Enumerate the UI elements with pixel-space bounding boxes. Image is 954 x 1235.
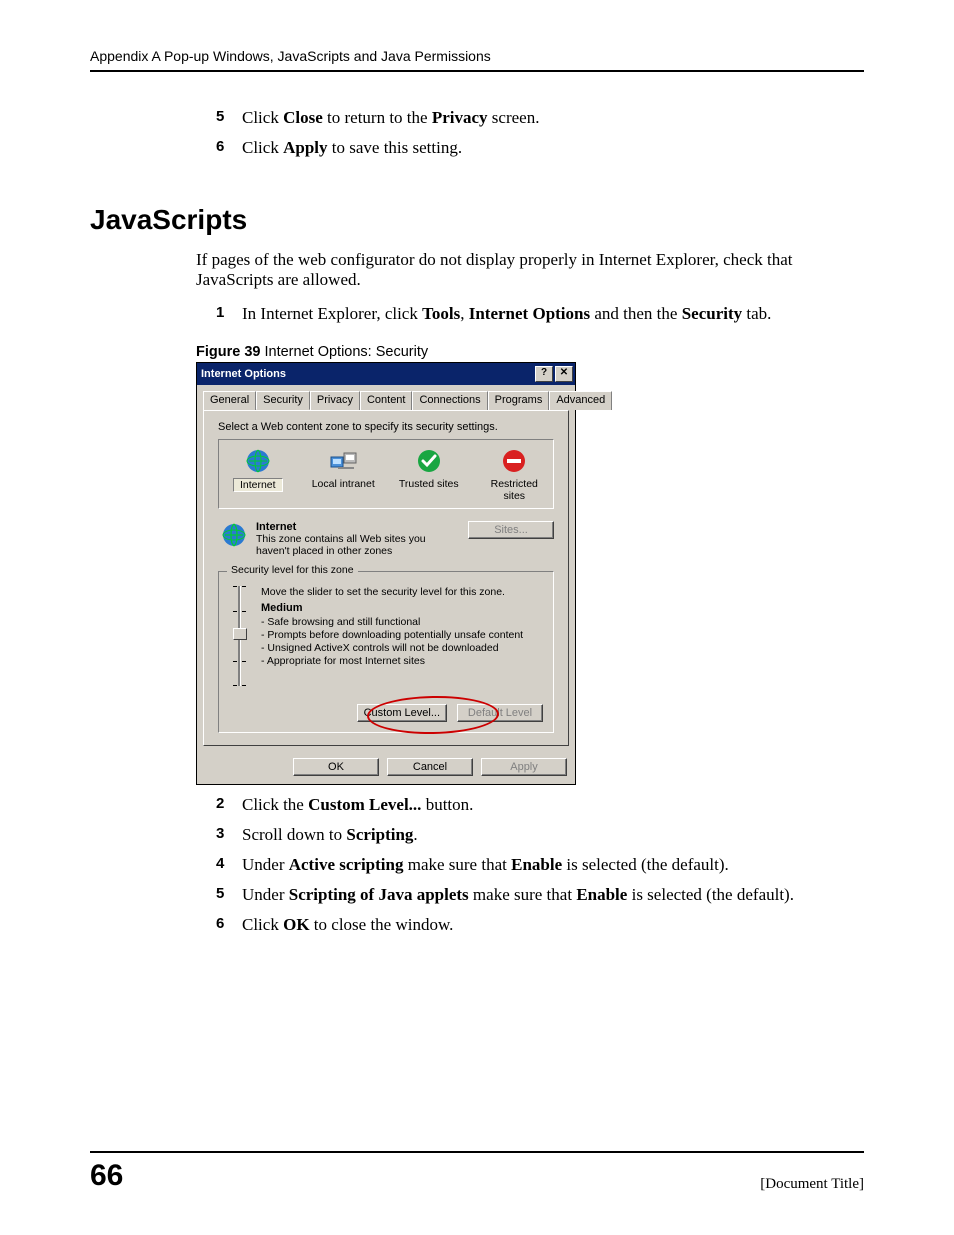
zone-local-intranet[interactable]: Local intranet bbox=[309, 446, 379, 506]
tab-strip: GeneralSecurityPrivacyContentConnections… bbox=[197, 385, 575, 410]
close-button[interactable]: ✕ bbox=[555, 366, 573, 382]
tab-privacy[interactable]: Privacy bbox=[310, 391, 360, 410]
trusted-icon bbox=[394, 446, 464, 476]
figure-caption-text: Internet Options: Security bbox=[260, 344, 428, 360]
list-item: Under Active scripting make sure that En… bbox=[220, 855, 864, 875]
page-number: 66 bbox=[90, 1159, 123, 1193]
zone-internet[interactable]: Internet bbox=[223, 446, 293, 506]
cancel-button[interactable]: Cancel bbox=[387, 758, 473, 776]
tab-connections[interactable]: Connections bbox=[412, 391, 487, 410]
help-button[interactable]: ? bbox=[535, 366, 553, 382]
security-level-groupbox: Security level for this zone Move the sl… bbox=[218, 571, 554, 733]
list-item: Click Apply to save this setting. bbox=[220, 138, 864, 158]
tab-programs[interactable]: Programs bbox=[488, 391, 550, 410]
list-item: Scroll down to Scripting. bbox=[220, 825, 864, 845]
document-title-placeholder: [Document Title] bbox=[760, 1176, 864, 1193]
internet-options-dialog: Internet Options ? ✕ GeneralSecurityPriv… bbox=[196, 362, 576, 785]
dialog-title: Internet Options bbox=[201, 368, 286, 380]
ok-button[interactable]: OK bbox=[293, 758, 379, 776]
zone-name: Internet bbox=[256, 521, 460, 533]
intro-paragraph: If pages of the web configurator do not … bbox=[90, 250, 864, 290]
default-level-button[interactable]: Default Level bbox=[457, 704, 543, 722]
zone-trusted-sites[interactable]: Trusted sites bbox=[394, 446, 464, 506]
globe-icon bbox=[220, 521, 248, 552]
figure-label: Figure 39 bbox=[196, 344, 260, 360]
zone-info: This zone contains all Web sites you hav… bbox=[256, 533, 460, 557]
zone-description: Internet This zone contains all Web site… bbox=[218, 519, 554, 567]
step1-list: In Internet Explorer, click Tools, Inter… bbox=[90, 304, 864, 324]
tab-content[interactable]: Content bbox=[360, 391, 413, 410]
figure-caption: Figure 39 Internet Options: Security bbox=[196, 344, 864, 360]
running-header: Appendix A Pop-up Windows, JavaScripts a… bbox=[90, 48, 864, 72]
zone-strip[interactable]: Internet Local intranet Trusted sites Restr… bbox=[218, 439, 554, 509]
section-heading: JavaScripts bbox=[90, 204, 864, 236]
security-level-slider[interactable] bbox=[229, 586, 249, 686]
security-level-name: Medium bbox=[261, 602, 523, 614]
restricted-icon bbox=[480, 446, 550, 476]
sites-button[interactable]: Sites... bbox=[468, 521, 554, 539]
list-item: Under Scripting of Java applets make sur… bbox=[220, 885, 864, 905]
apply-button[interactable]: Apply bbox=[481, 758, 567, 776]
list-item: Click Close to return to the Privacy scr… bbox=[220, 108, 864, 128]
groupbox-legend: Security level for this zone bbox=[227, 564, 358, 576]
zone-restricted-sites[interactable]: Restricted sites bbox=[480, 446, 550, 506]
top-steps-list: Click Close to return to the Privacy scr… bbox=[90, 108, 864, 158]
dialog-footer: OK Cancel Apply bbox=[197, 752, 575, 784]
dialog-titlebar[interactable]: Internet Options ? ✕ bbox=[197, 363, 575, 385]
zone-label: Internet bbox=[233, 478, 283, 492]
security-tab-panel: Select a Web content zone to specify its… bbox=[203, 410, 569, 746]
move-slider-text: Move the slider to set the security leve… bbox=[261, 586, 523, 598]
tab-advanced[interactable]: Advanced bbox=[549, 391, 612, 410]
step-1: In Internet Explorer, click Tools, Inter… bbox=[220, 304, 864, 324]
custom-level-button[interactable]: Custom Level... bbox=[357, 704, 447, 722]
intranet-icon bbox=[309, 446, 379, 476]
list-item: Click OK to close the window. bbox=[220, 915, 864, 935]
zone-label: Restricted sites bbox=[480, 478, 550, 502]
select-zone-text: Select a Web content zone to specify its… bbox=[218, 421, 554, 433]
globe-icon bbox=[223, 446, 293, 476]
tab-general[interactable]: General bbox=[203, 391, 256, 410]
page: Appendix A Pop-up Windows, JavaScripts a… bbox=[0, 0, 954, 1235]
security-level-bullets: - Safe browsing and still functional- Pr… bbox=[261, 616, 523, 669]
list-item: Click the Custom Level... button. bbox=[220, 795, 864, 815]
zone-label: Local intranet bbox=[312, 478, 375, 490]
page-footer: 66 [Document Title] bbox=[90, 1151, 864, 1193]
zone-label: Trusted sites bbox=[399, 478, 459, 490]
bottom-steps-list: Click the Custom Level... button. Scroll … bbox=[90, 795, 864, 935]
tab-security[interactable]: Security bbox=[256, 391, 310, 410]
